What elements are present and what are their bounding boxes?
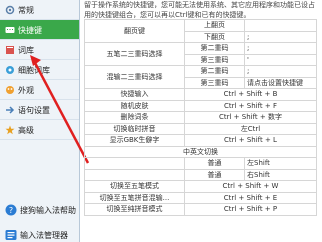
manager-button-label: 输入法管理器 bbox=[20, 231, 68, 240]
row-label: 随机皮肤 bbox=[84, 99, 185, 112]
svg-text:?: ? bbox=[9, 206, 13, 215]
keyboard-icon bbox=[5, 27, 15, 33]
row-label: 混输二三重码选择 bbox=[84, 65, 185, 89]
shortcut-value[interactable]: 左Ctrl bbox=[184, 122, 317, 135]
table-row: 普通 右Shift bbox=[84, 168, 317, 181]
shortcut-value[interactable]: ; bbox=[244, 42, 317, 55]
shortcut-value[interactable]: Ctrl + Shift + 数字 bbox=[184, 111, 317, 124]
row-label: 删除词条 bbox=[84, 111, 185, 124]
table-row: 中英文切换 bbox=[84, 145, 317, 158]
table-row: 切换至五笔模式 Ctrl + Shift + W bbox=[84, 180, 317, 193]
shortcut-value[interactable]: Ctrl + Shift + B bbox=[184, 88, 317, 101]
intro-text: 留于操作系统的快捷键，您可能无法使用系统、其它应用程序和功能已设占用的快捷键组合… bbox=[84, 1, 315, 19]
row-label: 切换临时拼音 bbox=[84, 122, 185, 135]
shortcut-table: 翻页键 上翻页 下翻页 ; 五笔二三重码选择 第二重码 ; 第三重码 ' 混输二… bbox=[84, 19, 317, 216]
palette-icon bbox=[6, 86, 14, 94]
table-row: 翻页键 上翻页 bbox=[84, 19, 317, 43]
sidebar-item-general[interactable]: 常规 bbox=[0, 0, 79, 20]
star-icon bbox=[5, 125, 15, 135]
cell-icon bbox=[6, 66, 14, 74]
table-row: 显示GBK生僻字 Ctrl + Shift + L bbox=[84, 134, 317, 147]
sidebar-item-label: 常规 bbox=[18, 6, 34, 15]
row-sub-label: 第二重码 bbox=[184, 42, 245, 55]
shortcut-value[interactable]: ; bbox=[244, 30, 317, 43]
row-label: 翻页键 bbox=[84, 19, 185, 43]
row-sub-label: 上翻页 bbox=[184, 19, 245, 32]
row-label: 切换至纯拼音模式 bbox=[84, 203, 185, 216]
table-row: 快捷输入 Ctrl + Shift + B bbox=[84, 88, 317, 101]
row-label: 切换至五笔拼音混输... bbox=[84, 191, 185, 204]
row-label: 中英文切换 bbox=[84, 145, 317, 158]
row-label: 快捷输入 bbox=[84, 88, 185, 101]
shortcut-value[interactable]: ; bbox=[244, 65, 317, 78]
row-sub-label: 下翻页 bbox=[184, 30, 245, 43]
shortcut-value[interactable]: 右Shift bbox=[244, 168, 317, 181]
shortcut-value[interactable]: 请点击设置快捷键 bbox=[244, 76, 317, 89]
help-icon: ? bbox=[5, 204, 17, 216]
table-row: 切换至纯拼音模式 Ctrl + Shift + P bbox=[84, 203, 317, 216]
manager-icon bbox=[5, 230, 17, 240]
manager-button[interactable]: 输入法管理器 bbox=[2, 225, 78, 242]
help-button-label: 搜狗输入法帮助 bbox=[20, 206, 76, 215]
sidebar: 常规 快捷键 词库 细胞词库 外观 语句设置 高级 ? 搜狗输入法帮助 输入法管… bbox=[0, 0, 90, 242]
shortcut-value[interactable]: Ctrl + Shift + E bbox=[184, 191, 317, 204]
shortcut-value[interactable]: ' bbox=[244, 53, 317, 66]
book-icon bbox=[6, 46, 14, 54]
shortcut-value[interactable]: Ctrl + Shift + W bbox=[184, 180, 317, 193]
row-sub-label: 普通 bbox=[184, 157, 245, 170]
help-button[interactable]: ? 搜狗输入法帮助 bbox=[2, 200, 78, 220]
row-sub-label: 第三重码 bbox=[184, 53, 245, 66]
row-label: 显示GBK生僻字 bbox=[84, 134, 185, 147]
gear-icon bbox=[5, 5, 15, 15]
shortcut-value[interactable] bbox=[244, 19, 317, 32]
shortcut-settings-panel: 留于操作系统的快捷键，您可能无法使用系统、其它应用程序和功能已设占用的快捷键组合… bbox=[82, 0, 322, 242]
table-row: 切换至五笔拼音混输... Ctrl + Shift + E bbox=[84, 191, 317, 204]
table-row: 普通 左Shift bbox=[84, 157, 317, 170]
shortcut-value[interactable]: Ctrl + Shift + F bbox=[184, 99, 317, 112]
row-label: 切换至五笔模式 bbox=[84, 180, 185, 193]
sidebar-item-label: 快捷键 bbox=[18, 26, 42, 35]
row-sub-label: 第二重码 bbox=[184, 65, 245, 78]
arrow-icon bbox=[6, 106, 15, 114]
annotation-arrow bbox=[30, 55, 90, 164]
shortcut-value[interactable]: 左Shift bbox=[244, 157, 317, 170]
table-row: 五笔二三重码选择 第二重码 ; bbox=[84, 42, 317, 66]
row-label: 五笔二三重码选择 bbox=[84, 42, 185, 66]
row-sub-label: 第三重码 bbox=[184, 76, 245, 89]
table-row: 混输二三重码选择 第二重码 ; bbox=[84, 65, 317, 89]
row-sub-label: 普通 bbox=[184, 168, 245, 181]
table-row: 随机皮肤 Ctrl + Shift + F bbox=[84, 99, 317, 112]
table-row: 切换临时拼音 左Ctrl bbox=[84, 122, 317, 135]
shortcut-value[interactable]: Ctrl + Shift + P bbox=[184, 203, 317, 216]
table-row: 删除词条 Ctrl + Shift + 数字 bbox=[84, 111, 317, 124]
sidebar-item-shortcuts[interactable]: 快捷键 bbox=[0, 20, 79, 40]
shortcut-value[interactable]: Ctrl + Shift + L bbox=[184, 134, 317, 147]
